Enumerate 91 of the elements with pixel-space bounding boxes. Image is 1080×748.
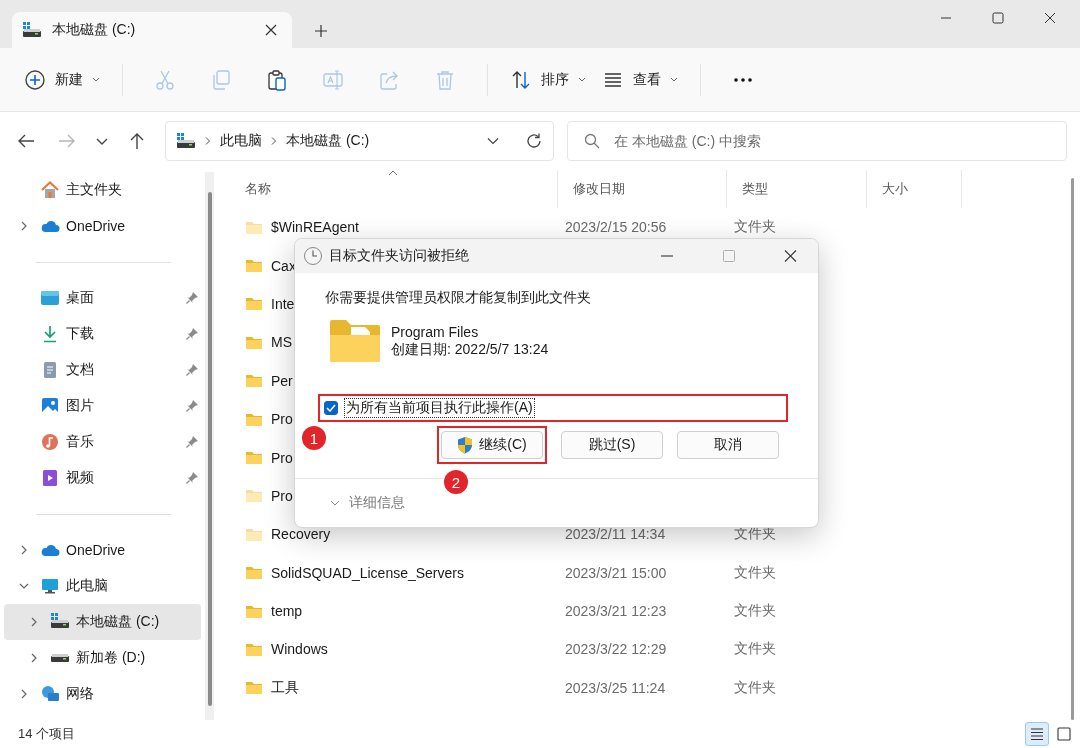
maximize-icon: [721, 250, 735, 262]
drive-icon: [176, 132, 196, 150]
sidebar-item[interactable]: 图片: [4, 388, 201, 424]
step-marker: 1: [302, 426, 326, 450]
search-icon: [584, 133, 600, 149]
dialog-message: 你需要提供管理员权限才能复制到此文件夹: [325, 289, 592, 307]
item-count: 14 个项目: [18, 725, 76, 743]
column-header[interactable]: 修改日期: [558, 170, 727, 208]
refresh-icon[interactable]: [525, 132, 543, 150]
sidebar-item[interactable]: 视频: [4, 460, 201, 496]
column-header[interactable]: 名称: [230, 170, 558, 208]
breadcrumb[interactable]: 本地磁盘 (C:): [286, 132, 370, 150]
close-icon[interactable]: [264, 23, 278, 37]
file-type: 文件夹: [734, 640, 776, 657]
folder-name: Program Files: [391, 323, 480, 340]
sidebar-item[interactable]: 文档: [4, 352, 201, 388]
music-icon: [40, 432, 60, 452]
scrollbar[interactable]: [205, 172, 214, 720]
chevron-icon: [204, 136, 212, 146]
sort-button[interactable]: 排序: [502, 61, 594, 98]
file-name[interactable]: Pro: [271, 449, 293, 466]
file-type: 文件夹: [734, 602, 776, 619]
continue-button[interactable]: 继续(C): [441, 431, 543, 459]
file-name[interactable]: Pro: [271, 487, 293, 504]
close-icon[interactable]: [1044, 12, 1056, 24]
file-name[interactable]: Windows: [271, 641, 328, 658]
sidebar-item[interactable]: 下载: [4, 316, 201, 352]
file-type: 文件夹: [734, 563, 776, 580]
sidebar-item[interactable]: 音乐: [4, 424, 201, 460]
video-icon: [40, 468, 60, 488]
picture-icon: [40, 396, 60, 416]
close-icon: [783, 250, 797, 262]
dialog-title: 目标文件夹访问被拒绝: [329, 247, 470, 265]
date-modified: 2023/2/15 20:56: [565, 219, 667, 236]
column-header[interactable]: 大小: [867, 170, 962, 208]
scrollbar[interactable]: [1071, 178, 1074, 720]
search-input[interactable]: 在 本地磁盘 (C:) 中搜索: [614, 122, 1052, 160]
drive-icon: [50, 653, 70, 663]
file-name[interactable]: SolidSQUAD_License_Servers: [271, 564, 464, 581]
file-name[interactable]: Recovery: [271, 526, 331, 543]
home-icon: [40, 180, 60, 200]
monitor-icon: [40, 576, 60, 596]
search-field[interactable]: 在 本地磁盘 (C:) 中搜索: [567, 121, 1067, 161]
details-view-button[interactable]: [1025, 722, 1049, 746]
file-type: 文件夹: [734, 678, 776, 695]
tab[interactable]: 本地磁盘 (C:): [12, 12, 292, 48]
chevron-icon: [270, 136, 278, 146]
file-name[interactable]: temp: [271, 603, 303, 620]
sidebar-item[interactable]: 新加卷 (D:): [4, 640, 201, 676]
date-modified: 2023/3/21 12:23: [565, 603, 667, 620]
file-name[interactable]: Pro: [271, 411, 293, 428]
maximize-icon[interactable]: [992, 12, 1004, 24]
shield-icon: [457, 436, 474, 454]
file-name[interactable]: 工具: [271, 678, 299, 697]
column-header[interactable]: 类型: [727, 170, 867, 208]
square-icon: [1056, 726, 1072, 742]
drive-icon: [22, 21, 42, 39]
file-name[interactable]: Inte: [271, 295, 295, 312]
step-marker: 2: [444, 470, 468, 494]
address-bar[interactable]: 此电脑 本地磁盘 (C:): [165, 121, 554, 161]
checkbox-label[interactable]: 为所有当前项目执行此操作(A): [344, 398, 535, 418]
sidebar-item[interactable]: 网络: [4, 676, 201, 712]
date-modified: 2023/3/21 15:00: [565, 564, 667, 581]
list-icon: [1029, 726, 1045, 742]
file-name[interactable]: Per: [271, 372, 293, 389]
date-modified: 2023/2/11 14:34: [565, 526, 666, 543]
checkbox[interactable]: [324, 401, 338, 415]
details-toggle[interactable]: 详细信息: [349, 494, 405, 512]
sidebar-item[interactable]: OneDrive: [4, 208, 201, 244]
folder-icon: [329, 319, 381, 363]
sidebar-item[interactable]: 本地磁盘 (C:): [4, 604, 201, 640]
new-button[interactable]: 新建: [16, 61, 108, 98]
breadcrumb[interactable]: 此电脑: [220, 132, 262, 150]
clock-icon: [303, 246, 323, 266]
dialog-button[interactable]: 跳过(S): [561, 431, 663, 459]
file-type: 文件夹: [734, 218, 776, 235]
file-name[interactable]: MS: [271, 334, 292, 351]
sidebar-item[interactable]: 此电脑: [4, 568, 201, 604]
dialog-button[interactable]: 取消: [677, 431, 779, 459]
sidebar-item[interactable]: 桌面: [4, 280, 201, 316]
date-modified: 2023/3/22 12:29: [565, 641, 667, 658]
network-icon: [40, 684, 60, 704]
created-date: 创建日期: 2022/5/7 13:24: [391, 340, 549, 359]
sidebar-item[interactable]: OneDrive: [4, 532, 201, 568]
file-name[interactable]: $WinREAgent: [271, 219, 359, 236]
check-icon: [326, 404, 336, 412]
sidebar-item[interactable]: 主文件夹: [4, 172, 201, 208]
view-button[interactable]: 查看: [594, 61, 686, 98]
date-modified: 2023/3/25 11:24: [565, 679, 666, 696]
desktop-icon: [40, 288, 60, 308]
plus-icon[interactable]: [314, 24, 328, 38]
